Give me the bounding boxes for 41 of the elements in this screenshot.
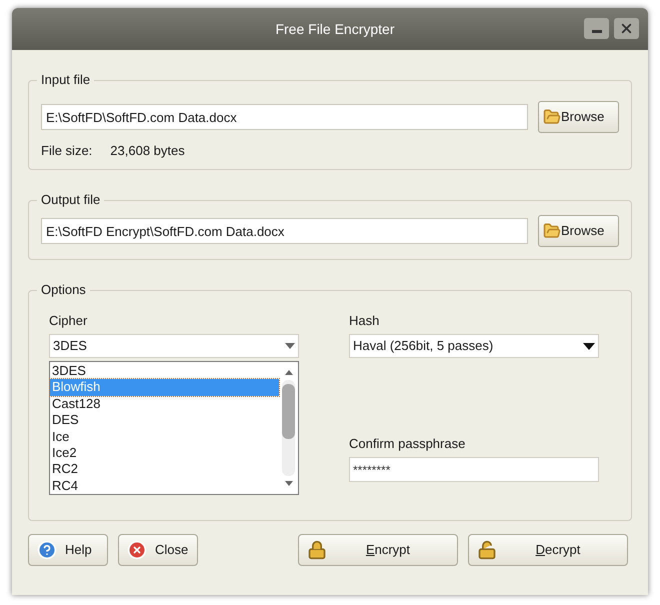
encrypt-button[interactable]: Encrypt bbox=[298, 534, 458, 566]
field-label: Hash bbox=[349, 313, 380, 329]
cipher-option[interactable]: Ice bbox=[50, 428, 279, 445]
size-label: File size: bbox=[41, 142, 92, 160]
group-title: Options bbox=[37, 282, 90, 298]
path-field[interactable]: E:\SoftFD\SoftFD.com Data.docx bbox=[41, 104, 528, 130]
browse-button[interactable]: Browse bbox=[538, 215, 619, 247]
scroll-down-icon[interactable] bbox=[284, 481, 292, 486]
help-icon bbox=[37, 540, 57, 560]
unlocked-icon bbox=[477, 540, 497, 560]
dropdown-arrow-icon bbox=[583, 342, 595, 350]
group-title: Input file bbox=[37, 72, 94, 88]
size-value: 23,608 bytes bbox=[110, 142, 185, 160]
passphrase-field[interactable]: ******** bbox=[349, 457, 599, 482]
decrypt-button[interactable]: Decrypt bbox=[468, 534, 628, 566]
folder-icon bbox=[543, 222, 561, 240]
cipher-dropdown[interactable]: 3DES bbox=[49, 334, 299, 358]
cipher-option[interactable]: RC2 bbox=[50, 461, 279, 478]
path-field[interactable]: E:\SoftFD Encrypt\SoftFD.com Data.docx bbox=[41, 218, 528, 244]
dropdown-arrow-icon bbox=[285, 343, 295, 349]
cipher-option[interactable]: RC4 bbox=[50, 478, 279, 494]
lock-icon bbox=[307, 540, 327, 560]
cipher-option[interactable]: 3DES bbox=[50, 363, 279, 380]
hash-dropdown[interactable]: Haval (256bit, 5 passes) bbox=[349, 334, 599, 358]
browse-button[interactable]: Browse bbox=[538, 101, 619, 133]
field-label: Confirm passphrase bbox=[349, 436, 466, 452]
window-title: Free File Encrypter bbox=[275, 20, 395, 39]
group-title: Output file bbox=[37, 192, 104, 208]
close-icon bbox=[127, 540, 147, 560]
help-button[interactable]: Help bbox=[28, 534, 108, 566]
close-window-button[interactable] bbox=[614, 18, 639, 39]
folder-icon bbox=[543, 108, 561, 126]
minimize-icon bbox=[592, 30, 602, 33]
close-button[interactable]: Close bbox=[118, 534, 198, 566]
field-label: Cipher bbox=[49, 313, 88, 329]
cipher-option[interactable]: DES bbox=[50, 412, 279, 429]
minimize-button[interactable] bbox=[584, 18, 609, 39]
cipher-option[interactable]: Ice2 bbox=[50, 444, 279, 462]
cipher-option[interactable]: Cast128 bbox=[50, 396, 279, 412]
close-icon bbox=[619, 21, 634, 36]
scroll-up-icon[interactable] bbox=[284, 370, 292, 375]
